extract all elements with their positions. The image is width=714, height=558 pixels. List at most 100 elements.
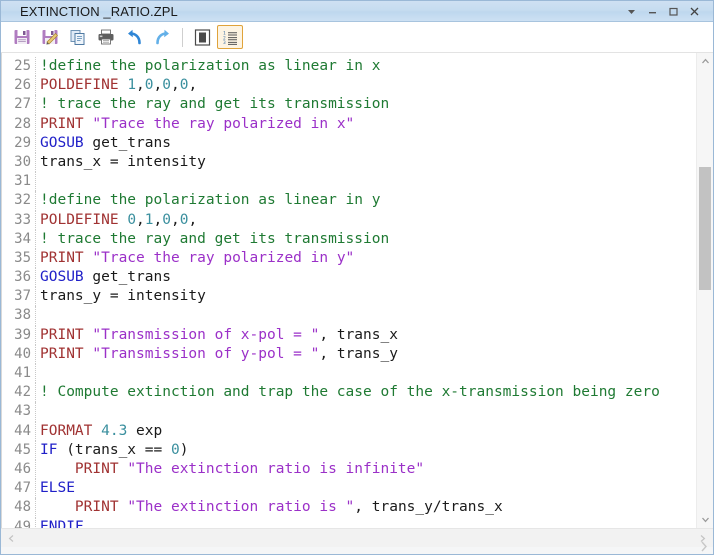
- code-line-text: !define the polarization as linear in y: [40, 191, 380, 210]
- undo-icon[interactable]: [121, 25, 147, 49]
- line-number: 26: [2, 76, 36, 95]
- maximize-icon[interactable]: [663, 2, 684, 21]
- code-token: 0: [127, 212, 136, 228]
- scroll-left-icon[interactable]: [3, 530, 20, 547]
- code-token: !define the polarization as linear in y: [40, 192, 380, 208]
- code-token: [40, 499, 75, 515]
- code-line[interactable]: 26POLDEFINE 1,0,0,0,: [2, 76, 696, 95]
- vertical-scrollbar[interactable]: [696, 53, 713, 528]
- code-line[interactable]: 40PRINT "Transmission of y-pol = ", tran…: [2, 345, 696, 364]
- horizontal-scrollbar[interactable]: [1, 528, 713, 547]
- code-token: 4.3: [101, 423, 127, 439]
- code-token: ,: [171, 77, 180, 93]
- code-token: ! trace the ray and get its transmission: [40, 231, 389, 247]
- minimize-icon[interactable]: [642, 2, 663, 21]
- line-number: 27: [2, 95, 36, 114]
- scroll-down-icon[interactable]: [697, 511, 713, 528]
- code-line-text: IF (trans_x == 0): [40, 441, 188, 460]
- code-token: "The extinction ratio is ": [127, 499, 354, 515]
- code-token: trans_y = intensity: [40, 288, 206, 304]
- line-number: 29: [2, 134, 36, 153]
- code-editor[interactable]: 25!define the polarization as linear in …: [2, 53, 696, 528]
- code-line[interactable]: 48 PRINT "The extinction ratio is ", tra…: [2, 498, 696, 517]
- code-line-text: POLDEFINE 1,0,0,0,: [40, 76, 197, 95]
- code-token: , trans_y: [319, 346, 398, 362]
- code-token: , trans_x: [319, 327, 398, 343]
- print-icon[interactable]: [93, 25, 119, 49]
- code-token: 0: [145, 77, 154, 93]
- code-line-text: trans_x = intensity: [40, 153, 206, 172]
- line-number: 45: [2, 441, 36, 460]
- code-line-text: FORMAT 4.3 exp: [40, 422, 162, 441]
- code-line[interactable]: 32!define the polarization as linear in …: [2, 191, 696, 210]
- code-line-text: ! trace the ray and get its transmission: [40, 230, 389, 249]
- code-line[interactable]: 29GOSUB get_trans: [2, 134, 696, 153]
- code-line[interactable]: 42! Compute extinction and trap the case…: [2, 383, 696, 402]
- code-token: GOSUB: [40, 269, 84, 285]
- code-line[interactable]: 47ELSE: [2, 479, 696, 498]
- code-line[interactable]: 28PRINT "Trace the ray polarized in x": [2, 115, 696, 134]
- code-line[interactable]: 33POLDEFINE 0,1,0,0,: [2, 211, 696, 230]
- close-icon[interactable]: [684, 2, 705, 21]
- code-line[interactable]: 36GOSUB get_trans: [2, 268, 696, 287]
- code-token: !define the polarization as linear in x: [40, 58, 380, 74]
- code-line[interactable]: 46 PRINT "The extinction ratio is infini…: [2, 460, 696, 479]
- code-line[interactable]: 38: [2, 306, 696, 325]
- page-view-icon[interactable]: [189, 25, 215, 49]
- code-line[interactable]: 31: [2, 172, 696, 191]
- code-token: ,: [188, 77, 197, 93]
- zpl-editor-window: EXTINCTION _RATIO.ZPL: [0, 0, 714, 555]
- code-line[interactable]: 45IF (trans_x == 0): [2, 441, 696, 460]
- save-as-icon[interactable]: [37, 25, 63, 49]
- save-icon[interactable]: [9, 25, 35, 49]
- title-bar: EXTINCTION _RATIO.ZPL: [1, 1, 713, 22]
- code-token: [92, 423, 101, 439]
- dropdown-arrow-icon[interactable]: [621, 2, 642, 21]
- code-token: get_trans: [84, 269, 171, 285]
- code-token: PRINT: [40, 250, 84, 266]
- code-line[interactable]: 41: [2, 364, 696, 383]
- code-line[interactable]: 25!define the polarization as linear in …: [2, 57, 696, 76]
- code-line[interactable]: 30trans_x = intensity: [2, 153, 696, 172]
- code-line-text: trans_y = intensity: [40, 287, 206, 306]
- code-token: exp: [127, 423, 162, 439]
- code-token: (trans_x ==: [57, 442, 171, 458]
- code-token: ! trace the ray and get its transmission: [40, 96, 389, 112]
- line-number: 46: [2, 460, 36, 479]
- code-line[interactable]: 35PRINT "Trace the ray polarized in y": [2, 249, 696, 268]
- copy-icon[interactable]: [65, 25, 91, 49]
- code-token: ENDIF: [40, 519, 84, 529]
- vertical-scrollbar-thumb[interactable]: [699, 167, 711, 290]
- window-title: EXTINCTION _RATIO.ZPL: [1, 4, 178, 19]
- line-number: 40: [2, 345, 36, 364]
- line-number: 43: [2, 402, 36, 421]
- code-line-text: POLDEFINE 0,1,0,0,: [40, 211, 197, 230]
- toolbar: 1 2 3: [1, 22, 713, 53]
- code-line[interactable]: 39PRINT "Transmission of x-pol = ", tran…: [2, 326, 696, 345]
- line-number: 31: [2, 172, 36, 191]
- code-token: ,: [154, 212, 163, 228]
- line-numbers-icon[interactable]: 1 2 3: [217, 25, 243, 49]
- resize-grip[interactable]: [698, 540, 711, 553]
- vertical-scrollbar-track[interactable]: [697, 70, 713, 511]
- code-line[interactable]: 44FORMAT 4.3 exp: [2, 422, 696, 441]
- redo-icon[interactable]: [149, 25, 175, 49]
- scroll-up-icon[interactable]: [697, 53, 713, 70]
- code-line[interactable]: 27! trace the ray and get its transmissi…: [2, 95, 696, 114]
- line-number: 38: [2, 306, 36, 325]
- code-line-text: PRINT "Transmission of y-pol = ", trans_…: [40, 345, 398, 364]
- code-line[interactable]: 37trans_y = intensity: [2, 287, 696, 306]
- line-number: 48: [2, 498, 36, 517]
- code-token: 1: [127, 77, 136, 93]
- horizontal-scrollbar-track[interactable]: [20, 531, 694, 546]
- code-line[interactable]: 43: [2, 402, 696, 421]
- line-number: 30: [2, 153, 36, 172]
- code-line[interactable]: 49ENDIF: [2, 518, 696, 529]
- line-number: 34: [2, 230, 36, 249]
- line-number: 37: [2, 287, 36, 306]
- code-token: "Trace the ray polarized in x": [92, 116, 354, 132]
- code-token: [119, 499, 128, 515]
- code-token: POLDEFINE: [40, 77, 119, 93]
- code-token: 0: [162, 77, 171, 93]
- code-line[interactable]: 34! trace the ray and get its transmissi…: [2, 230, 696, 249]
